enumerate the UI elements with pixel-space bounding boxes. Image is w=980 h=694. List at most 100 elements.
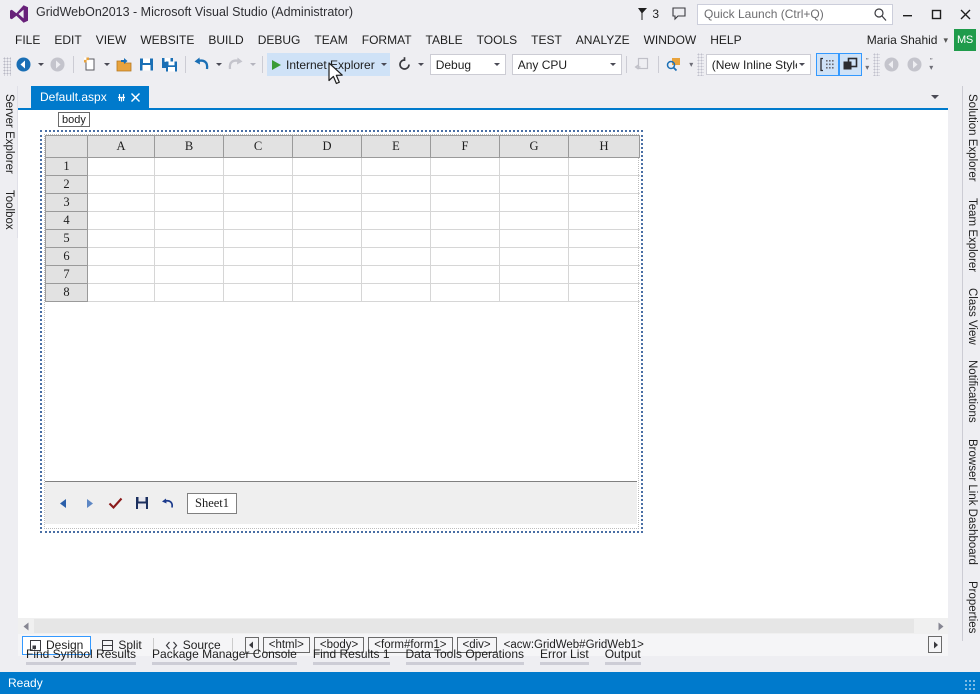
cell-b4[interactable] [154,211,224,230]
cell-h8[interactable] [568,283,640,302]
row-header-8[interactable]: 8 [45,283,88,302]
cell-c8[interactable] [223,283,293,302]
toolbar-overflow-1[interactable]: ▾ [686,53,697,76]
grid-corner-cell[interactable] [45,135,88,158]
scroll-left-button[interactable] [18,618,34,634]
start-debugging-caret[interactable] [378,53,390,76]
cell-h3[interactable] [568,193,640,212]
menu-debug[interactable]: DEBUG [251,30,308,50]
scroll-right-button[interactable] [932,618,948,634]
cell-f5[interactable] [430,229,500,248]
cell-f6[interactable] [430,247,500,266]
cell-a7[interactable] [87,265,155,284]
cell-g4[interactable] [499,211,569,230]
cell-f1[interactable] [430,157,500,176]
toolbar-overflow-2[interactable]: ” ▾ [862,53,873,76]
toolbar-overflow-3[interactable]: ” ▾ [926,53,937,76]
cell-a8[interactable] [87,283,155,302]
toolbar-grip[interactable] [3,57,11,76]
column-header-d[interactable]: D [292,135,362,158]
cell-a3[interactable] [87,193,155,212]
cell-a1[interactable] [87,157,155,176]
refresh-caret[interactable] [416,53,427,76]
open-file-button[interactable] [112,53,135,76]
column-header-e[interactable]: E [361,135,431,158]
show-block-selection-toggle[interactable] [838,53,862,76]
feedback-icon[interactable] [671,6,687,22]
cell-d5[interactable] [292,229,362,248]
tag-breadcrumb-body[interactable]: body [58,112,90,127]
cell-d2[interactable] [292,175,362,194]
menu-analyze[interactable]: ANALYZE [569,30,637,50]
cell-h2[interactable] [568,175,640,194]
cell-e5[interactable] [361,229,431,248]
cell-g7[interactable] [499,265,569,284]
toolbar-grip-3[interactable] [872,53,880,76]
gridweb-control-selected[interactable]: A B C D E F G H 1 2 3 4 5 6 7 8 Sheet1 [40,130,643,533]
cell-e4[interactable] [361,211,431,230]
cell-a5[interactable] [87,229,155,248]
cell-d7[interactable] [292,265,362,284]
cell-h4[interactable] [568,211,640,230]
menu-table[interactable]: TABLE [419,30,470,50]
cell-f8[interactable] [430,283,500,302]
cell-b2[interactable] [154,175,224,194]
notifications-flag-button[interactable]: 3 [636,7,659,21]
panel-tab-error-list[interactable]: Error List [532,644,597,665]
cell-b8[interactable] [154,283,224,302]
column-header-f[interactable]: F [430,135,500,158]
row-header-7[interactable]: 7 [45,265,88,284]
submit-button[interactable] [107,495,124,512]
cell-f4[interactable] [430,211,500,230]
cell-b5[interactable] [154,229,224,248]
menu-edit[interactable]: EDIT [47,30,88,50]
dock-tab-browser-link-dashboard[interactable]: Browser Link Dashboard [962,431,980,573]
row-header-1[interactable]: 1 [45,157,88,176]
new-item-caret[interactable] [101,53,112,76]
dock-tab-server-explorer[interactable]: Server Explorer [0,86,18,182]
quick-launch-input[interactable]: Quick Launch (Ctrl+Q) [697,3,893,25]
cell-a2[interactable] [87,175,155,194]
cell-c4[interactable] [223,211,293,230]
cell-h6[interactable] [568,247,640,266]
column-header-g[interactable]: G [499,135,569,158]
undo-button[interactable] [190,53,213,76]
column-header-b[interactable]: B [154,135,224,158]
cell-g8[interactable] [499,283,569,302]
panel-tab-output[interactable]: Output [597,644,649,665]
menu-window[interactable]: WINDOW [637,30,704,50]
avatar[interactable]: MS [954,29,976,51]
cell-g6[interactable] [499,247,569,266]
row-header-4[interactable]: 4 [45,211,88,230]
cell-b3[interactable] [154,193,224,212]
cell-h5[interactable] [568,229,640,248]
cell-e1[interactable] [361,157,431,176]
find-in-files-button[interactable] [663,53,686,76]
menu-tools[interactable]: TOOLS [470,30,524,50]
tab-list-chevron-down-icon[interactable] [928,89,942,105]
cell-b1[interactable] [154,157,224,176]
new-item-button[interactable] [78,53,101,76]
menu-team[interactable]: TEAM [307,30,354,50]
cell-f7[interactable] [430,265,500,284]
undo-caret[interactable] [213,53,224,76]
resize-grip[interactable] [964,679,976,691]
dock-tab-solution-explorer[interactable]: Solution Explorer [962,86,980,190]
design-surface[interactable]: body A B C D E F G H 1 2 3 4 5 6 7 8 She… [18,110,948,618]
panel-tab-find-symbol-results[interactable]: Find Symbol Results [18,644,144,665]
maximize-button[interactable] [922,0,951,28]
menu-test[interactable]: TEST [524,30,569,50]
dock-tab-class-view[interactable]: Class View [962,279,980,353]
row-header-5[interactable]: 5 [45,229,88,248]
document-tab-default-aspx[interactable]: Default.aspx [31,86,149,108]
cell-c6[interactable] [223,247,293,266]
panel-tab-data-tools-operations[interactable]: Data Tools Operations [398,644,533,665]
cell-a4[interactable] [87,211,155,230]
row-header-3[interactable]: 3 [45,193,88,212]
column-header-a[interactable]: A [87,135,155,158]
scroll-thumb[interactable] [34,619,914,633]
prev-sheet-button[interactable] [55,495,72,512]
cell-c5[interactable] [223,229,293,248]
menu-build[interactable]: BUILD [201,30,250,50]
dock-tab-team-explorer[interactable]: Team Explorer [962,189,980,280]
